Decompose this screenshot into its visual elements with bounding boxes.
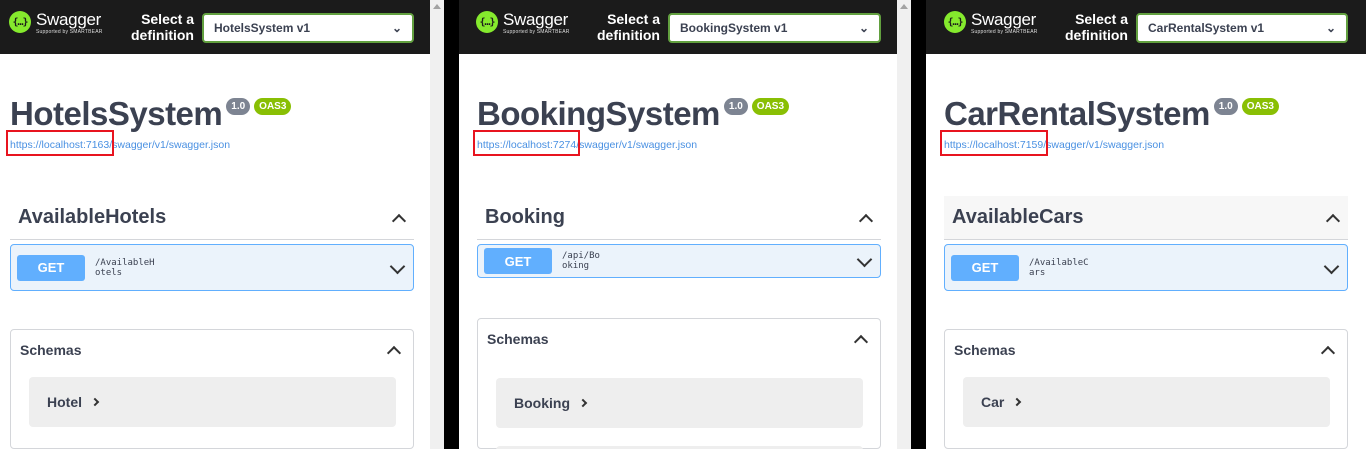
schema-name: Booking: [514, 395, 570, 411]
version-badge: 1.0: [1213, 98, 1238, 115]
swagger-icon: {…}: [944, 11, 966, 33]
topbar: {…} Swagger Supported by SMARTBEAR Selec…: [459, 0, 897, 54]
chevron-down-icon: [856, 255, 872, 267]
highlight-box: [940, 130, 1048, 156]
swagger-panel-carrental: {…} Swagger Supported by SMARTBEAR Selec…: [926, 0, 1366, 449]
definition-label: Select a definition: [131, 11, 194, 43]
tag-name: AvailableCars: [952, 206, 1084, 228]
schemas-section: Schemas Car: [944, 329, 1348, 449]
logo-sub: Supported by SMARTBEAR: [36, 29, 103, 35]
oas-badge: OAS3: [751, 98, 790, 115]
logo-name: Swagger: [971, 10, 1036, 29]
schemas-title: Schemas: [487, 331, 549, 347]
operation-get[interactable]: GET /AvailableHotels: [10, 244, 414, 291]
version-badge: 1.0: [723, 98, 748, 115]
topbar: {…} Swagger Supported by SMARTBEAR Selec…: [0, 0, 430, 54]
chevron-down-icon: [1323, 262, 1339, 274]
schemas-section: Schemas Hotel: [10, 329, 414, 449]
chevron-up-icon: [387, 344, 399, 356]
schema-model-car[interactable]: Car: [963, 377, 1330, 427]
schema-model-hotel[interactable]: Hotel: [29, 377, 396, 427]
schema-model-booking[interactable]: Booking: [496, 378, 863, 428]
oas-badge: OAS3: [1241, 98, 1279, 115]
swagger-icon: {…}: [9, 11, 31, 33]
operation-path: /api/Booking: [562, 251, 600, 271]
operation-path: /AvailableCars: [1029, 257, 1089, 278]
definition-label: Select a definition: [1065, 11, 1128, 43]
definition-select[interactable]: HotelsSystem v1 ⌄: [202, 13, 414, 43]
definition-select-value: HotelsSystem v1: [214, 21, 311, 35]
schema-name: Car: [981, 394, 1005, 410]
swagger-logo[interactable]: {…} Swagger Supported by SMARTBEAR: [9, 11, 103, 35]
chevron-right-icon: [1013, 397, 1022, 407]
chevron-up-icon: [854, 333, 866, 345]
swagger-logo[interactable]: {…} Swagger Supported by SMARTBEAR: [944, 11, 1038, 35]
definition-select[interactable]: BookingSystem v1 ⌄: [668, 13, 881, 43]
chevron-right-icon: [90, 397, 100, 407]
highlight-box: [473, 130, 580, 156]
topbar: {…} Swagger Supported by SMARTBEAR Selec…: [926, 0, 1366, 54]
chevron-down-icon: ⌄: [858, 21, 869, 35]
swagger-panel-booking: {…} Swagger Supported by SMARTBEAR Selec…: [459, 0, 897, 449]
api-title: BookingSystem: [477, 95, 720, 132]
chevron-right-icon: [578, 398, 588, 408]
scrollbar[interactable]: [897, 0, 911, 449]
get-method-badge: GET: [17, 254, 85, 281]
schemas-section: Schemas Booking: [477, 318, 881, 449]
swagger-icon: {…}: [476, 11, 498, 33]
chevron-up-icon: [392, 212, 404, 224]
schemas-title: Schemas: [20, 342, 82, 358]
operation-get[interactable]: GET /api/Booking: [477, 244, 881, 278]
chevron-up-icon: [1321, 344, 1333, 356]
tag-header-availablehotels[interactable]: AvailableHotels: [10, 196, 414, 240]
operation-get[interactable]: GET /AvailableCars: [944, 244, 1348, 291]
chevron-down-icon: ⌄: [1325, 21, 1336, 35]
chevron-down-icon: ⌄: [391, 21, 402, 35]
tag-name: AvailableHotels: [18, 206, 167, 228]
definition-label: Select a definition: [597, 11, 660, 43]
swagger-panel-hotels: {…} Swagger Supported by SMARTBEAR Selec…: [0, 0, 430, 449]
highlight-box: [6, 130, 114, 156]
chevron-down-icon: [389, 262, 405, 274]
get-method-badge: GET: [951, 254, 1019, 281]
schema-name: Hotel: [47, 394, 82, 410]
api-title: CarRentalSystem: [944, 95, 1210, 132]
logo-sub: Supported by SMARTBEAR: [971, 29, 1038, 35]
definition-select[interactable]: CarRentalSystem v1 ⌄: [1136, 13, 1348, 43]
schemas-header[interactable]: Schemas: [945, 330, 1347, 370]
definition-select-value: BookingSystem v1: [680, 21, 788, 35]
schemas-header[interactable]: Schemas: [11, 330, 413, 370]
chevron-up-icon: [859, 212, 871, 224]
logo-name: Swagger: [503, 10, 568, 29]
tag-name: Booking: [485, 206, 565, 228]
swagger-logo[interactable]: {…} Swagger Supported by SMARTBEAR: [476, 11, 570, 35]
definition-select-value: CarRentalSystem v1: [1148, 21, 1265, 35]
tag-header-booking[interactable]: Booking: [477, 196, 881, 240]
operation-path: /AvailableHotels: [95, 257, 155, 278]
schemas-title: Schemas: [954, 342, 1016, 358]
get-method-badge: GET: [484, 248, 552, 274]
oas-badge: OAS3: [254, 98, 292, 115]
logo-name: Swagger: [36, 10, 101, 29]
schemas-header[interactable]: Schemas: [478, 319, 880, 359]
tag-header-availablecars[interactable]: AvailableCars: [944, 196, 1348, 240]
api-title: HotelsSystem: [10, 95, 223, 132]
chevron-up-icon: [1326, 212, 1338, 224]
version-badge: 1.0: [226, 98, 251, 115]
logo-sub: Supported by SMARTBEAR: [503, 29, 570, 35]
scrollbar[interactable]: [430, 0, 444, 449]
